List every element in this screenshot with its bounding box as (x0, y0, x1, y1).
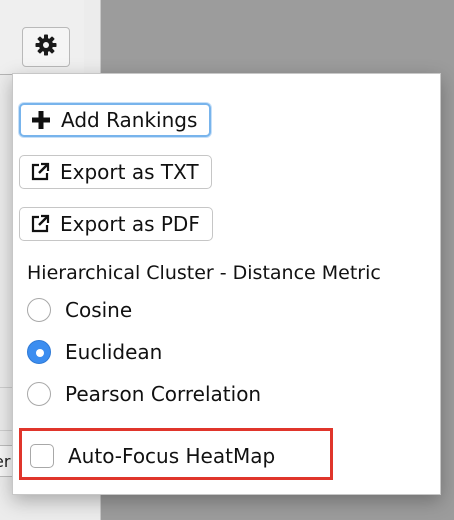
radio-label: Euclidean (65, 340, 163, 364)
radio-label: Cosine (65, 298, 133, 322)
distance-metric-heading: Hierarchical Cluster - Distance Metric (27, 262, 381, 284)
auto-focus-label: Auto-Focus HeatMap (68, 444, 276, 468)
settings-button[interactable] (22, 27, 70, 67)
export-pdf-button[interactable]: Export as PDF (19, 207, 213, 241)
settings-popup-menu: Add Rankings Export as TXT Export as PDF… (12, 73, 441, 495)
radio-label: Pearson Correlation (65, 382, 262, 406)
plus-icon (31, 110, 51, 130)
external-link-icon (30, 162, 50, 182)
radio-button-selected[interactable] (27, 340, 51, 364)
export-txt-label: Export as TXT (60, 160, 199, 184)
export-pdf-label: Export as PDF (60, 212, 200, 236)
add-rankings-label: Add Rankings (61, 108, 198, 132)
radio-button[interactable] (27, 298, 51, 322)
radio-button[interactable] (27, 382, 51, 406)
auto-focus-heatmap-option[interactable]: Auto-Focus HeatMap (30, 444, 275, 468)
background-toolbar (0, 0, 84, 75)
auto-focus-checkbox[interactable] (30, 444, 54, 468)
external-link-icon (30, 214, 50, 234)
add-rankings-button[interactable]: Add Rankings (19, 103, 212, 137)
gear-icon (34, 33, 58, 61)
export-txt-button[interactable]: Export as TXT (19, 155, 212, 189)
radio-option-euclidean[interactable]: Euclidean (27, 340, 162, 364)
radio-option-pearson[interactable]: Pearson Correlation (27, 382, 261, 406)
radio-option-cosine[interactable]: Cosine (27, 298, 132, 322)
background-tab-text: er (0, 452, 11, 471)
